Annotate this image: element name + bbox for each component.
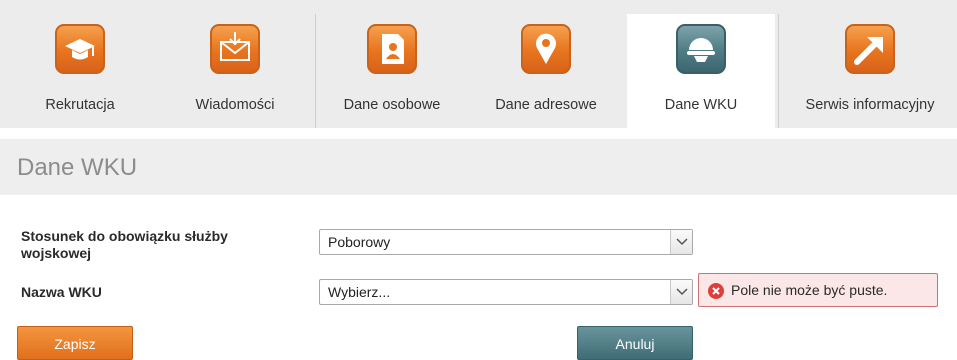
nav-item-dane-osobowe[interactable]: Dane osobowe — [322, 14, 462, 128]
wku-name-select[interactable]: Wybierz... — [319, 279, 693, 305]
section-header: Dane WKU — [0, 139, 957, 195]
nav-item-dane-adresowe[interactable]: Dane adresowe — [476, 14, 616, 128]
cancel-button[interactable]: Anuluj — [577, 326, 693, 360]
nav-item-rekrutacja[interactable]: Rekrutacja — [15, 14, 145, 128]
service-status-value: Poborowy — [328, 234, 391, 250]
nav-label: Dane WKU — [664, 97, 738, 113]
graduation-cap-icon — [55, 24, 105, 74]
nav-divider — [315, 14, 316, 128]
helmet-icon — [676, 24, 726, 74]
wku-name-value: Wybierz... — [328, 284, 391, 300]
error-icon — [708, 283, 724, 299]
nav-item-serwis-informacyjny[interactable]: Serwis informacyjny — [786, 14, 954, 128]
nav-label: Rekrutacja — [45, 97, 115, 113]
save-button[interactable]: Zapisz — [17, 326, 133, 360]
page-title: Dane WKU — [17, 154, 138, 181]
nav-label: Dane adresowe — [495, 97, 597, 113]
nav-item-wiadomosci[interactable]: Wiadomości — [170, 14, 300, 128]
envelope-icon — [210, 24, 260, 74]
nav-label: Dane osobowe — [343, 97, 441, 113]
nav-label: Wiadomości — [195, 97, 275, 113]
wku-name-label: Nazwa WKU — [21, 284, 102, 300]
nav-divider — [778, 14, 779, 128]
service-status-label: Stosunek do obowiązku służby wojskowej — [21, 228, 228, 261]
nav-item-dane-wku[interactable]: Dane WKU — [627, 14, 775, 128]
service-status-select[interactable]: Poborowy — [319, 229, 693, 255]
arrow-icon — [845, 24, 895, 74]
error-message: Pole nie może być puste. — [731, 282, 888, 298]
validation-error: Pole nie może być puste. — [698, 273, 938, 307]
top-navigation: Rekrutacja Wiadomości Dane osobowe Dane … — [0, 0, 957, 128]
person-document-icon — [367, 24, 417, 74]
chevron-down-icon[interactable] — [670, 280, 692, 304]
chevron-down-icon[interactable] — [670, 230, 692, 254]
nav-label: Serwis informacyjny — [805, 97, 935, 113]
map-pin-icon — [521, 24, 571, 74]
